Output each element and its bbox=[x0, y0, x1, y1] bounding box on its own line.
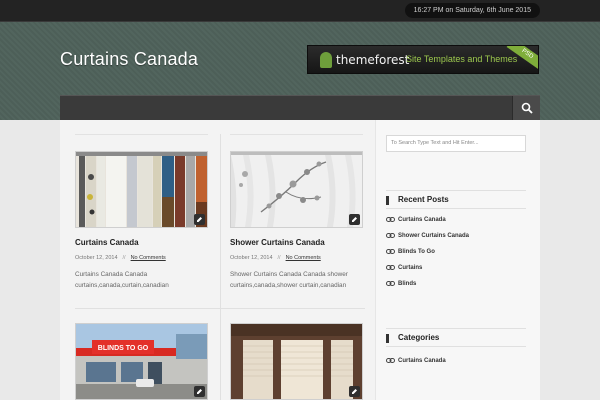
column-divider bbox=[220, 134, 221, 400]
banner-tagline: Site Templates and Themes bbox=[406, 54, 518, 64]
link-icon bbox=[386, 280, 395, 287]
edit-icon[interactable] bbox=[194, 214, 205, 225]
post-date: October 12, 2014 bbox=[230, 255, 273, 261]
category-link[interactable]: Curtains Canada bbox=[386, 356, 446, 366]
banner-logo-text: themeforest bbox=[336, 53, 410, 67]
link-icon bbox=[386, 357, 395, 364]
post-thumbnail[interactable]: BLINDS TO GO bbox=[75, 323, 208, 400]
post-title[interactable]: Curtains Canada bbox=[75, 238, 139, 247]
edit-icon[interactable] bbox=[194, 386, 205, 397]
post-thumbnail[interactable] bbox=[230, 323, 363, 400]
meta-separator: // bbox=[277, 255, 281, 261]
sidebar-search-input[interactable]: To Search Type Text and Hit Enter... bbox=[386, 135, 526, 152]
post-thumbnail[interactable] bbox=[230, 151, 363, 228]
post-thumbnail[interactable] bbox=[75, 151, 208, 228]
link-icon bbox=[386, 248, 395, 255]
meta-separator: // bbox=[122, 255, 126, 261]
widget-title: Recent Posts bbox=[398, 195, 449, 204]
edit-icon[interactable] bbox=[349, 214, 360, 225]
site-title[interactable]: Curtains Canada bbox=[60, 49, 198, 70]
posts-grid: Curtains Canada October 12, 2014 // No Com… bbox=[60, 120, 375, 400]
recent-post-link[interactable]: Curtains bbox=[386, 263, 422, 273]
recent-post-link[interactable]: Blinds To Go bbox=[386, 247, 435, 257]
widget-header-recent-posts: Recent Posts bbox=[386, 190, 526, 209]
link-icon bbox=[386, 264, 395, 271]
post-excerpt: Shower Curtains Canada Canada shower cur… bbox=[230, 271, 348, 289]
blinds-to-go-store-image: BLINDS TO GO bbox=[76, 324, 207, 399]
main-content: Curtains Canada October 12, 2014 // No Com… bbox=[60, 120, 540, 400]
recent-post-link[interactable]: Curtains Canada bbox=[386, 215, 446, 225]
widget-header-categories: Categories bbox=[386, 328, 526, 347]
window-blinds-image bbox=[231, 324, 362, 399]
post-excerpt: Curtains Canada Canada curtains,canada,c… bbox=[75, 271, 169, 289]
edit-icon[interactable] bbox=[349, 386, 360, 397]
recent-post-link[interactable]: Blinds bbox=[386, 279, 416, 289]
link-icon bbox=[386, 232, 395, 239]
post-title[interactable]: Shower Curtains Canada bbox=[230, 238, 325, 247]
shower-curtain-image bbox=[231, 152, 362, 227]
curtains-image bbox=[76, 152, 207, 227]
comments-link[interactable]: No Comments bbox=[286, 255, 321, 261]
themeforest-banner[interactable]: themeforest Site Templates and Themes PS… bbox=[307, 45, 539, 74]
recent-post-link[interactable]: Shower Curtains Canada bbox=[386, 231, 469, 241]
widget-title: Categories bbox=[398, 333, 440, 342]
sidebar: To Search Type Text and Hit Enter... Rec… bbox=[375, 120, 540, 400]
store-sign: BLINDS TO GO bbox=[98, 345, 149, 352]
post-meta: October 12, 2014 // No Comments bbox=[230, 255, 321, 261]
row-divider bbox=[75, 308, 365, 309]
top-bar: 16:27 PM on Saturday, 6th June 2015 bbox=[0, 0, 600, 22]
nav-search-button[interactable] bbox=[512, 96, 540, 120]
post-meta: October 12, 2014 // No Comments bbox=[75, 255, 166, 261]
link-icon bbox=[386, 216, 395, 223]
post-date: October 12, 2014 bbox=[75, 255, 118, 261]
search-icon bbox=[521, 102, 533, 114]
comments-link[interactable]: No Comments bbox=[131, 255, 166, 261]
date-time-display: 16:27 PM on Saturday, 6th June 2015 bbox=[404, 3, 540, 18]
main-navigation bbox=[60, 95, 540, 120]
themeforest-logo-icon bbox=[320, 52, 332, 68]
